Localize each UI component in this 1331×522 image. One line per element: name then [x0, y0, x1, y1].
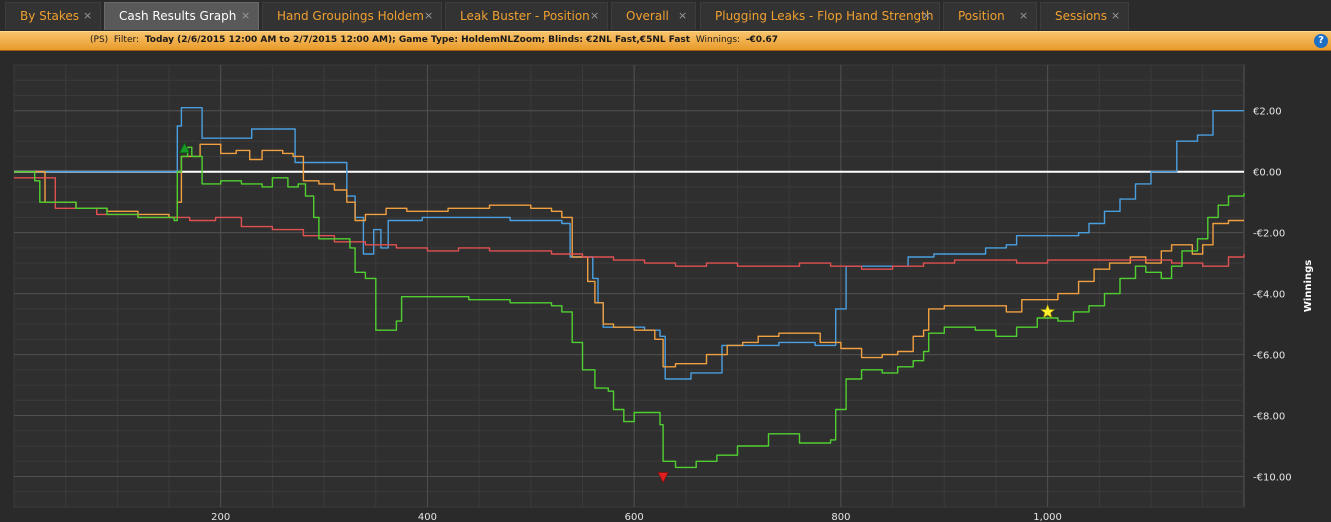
x-tick-label: 1,000	[1033, 512, 1062, 522]
y-tick-label: -€4.00	[1253, 290, 1285, 301]
close-icon[interactable]: ×	[922, 9, 931, 23]
tab-position[interactable]: Position ×	[943, 2, 1037, 30]
tab-hand-groupings-holdem[interactable]: Hand Groupings Holdem ×	[262, 2, 442, 30]
y-tick-label: €0.00	[1253, 168, 1282, 179]
site-label: (PS)	[90, 35, 109, 45]
y-tick-label: €2.00	[1253, 107, 1282, 118]
filter-bar: (PS) Filter: Today (2/6/2015 12:00 AM to…	[0, 31, 1331, 51]
tab-label: Overall	[626, 9, 669, 23]
winnings-value: -€0.67	[745, 35, 779, 45]
filter-summary: (PS) Filter: Today (2/6/2015 12:00 AM to…	[90, 35, 778, 45]
cash-results-chart: €2.00 €0.00 -€2.00 -€4.00 -€6.00 -€8.00 -€10.0…	[13, 64, 1314, 522]
close-icon[interactable]: ×	[241, 9, 250, 23]
tab-label: Cash Results Graph	[119, 9, 237, 23]
y-tick-label: -€6.00	[1253, 351, 1285, 362]
tab-label: By Stakes	[20, 9, 79, 23]
y-axis-label: Winnings	[1303, 260, 1314, 312]
x-tick-label: 200	[211, 512, 230, 522]
plot-area	[13, 64, 1245, 508]
tab-label: Plugging Leaks - Flop Hand Strength	[715, 9, 934, 23]
close-icon[interactable]: ×	[1019, 9, 1028, 23]
x-tick-label: 600	[625, 512, 644, 522]
tab-label: Sessions	[1055, 9, 1108, 23]
tab-by-stakes[interactable]: By Stakes ×	[5, 2, 101, 30]
y-tick-label: -€8.00	[1253, 412, 1285, 423]
tab-overall[interactable]: Overall ×	[611, 2, 696, 30]
tab-leak-buster-position[interactable]: Leak Buster - Position ×	[445, 2, 608, 30]
tab-bar: By Stakes × Cash Results Graph × Hand Groupi…	[0, 0, 1331, 32]
close-icon[interactable]: ×	[678, 9, 687, 23]
winnings-label: Winnings:	[695, 35, 741, 45]
tab-label: Hand Groupings Holdem	[277, 9, 424, 23]
filter-value: Today (2/6/2015 12:00 AM to 2/7/2015 12:…	[144, 35, 691, 45]
help-icon[interactable]: ?	[1314, 34, 1328, 48]
x-tick-label: 800	[831, 512, 850, 522]
x-tick-label: 400	[418, 512, 437, 522]
tab-label: Position	[958, 9, 1005, 23]
filter-label: Filter:	[113, 35, 140, 45]
close-icon[interactable]: ×	[590, 9, 599, 23]
tab-sessions[interactable]: Sessions ×	[1040, 2, 1129, 30]
y-tick-label: -€2.00	[1253, 229, 1285, 240]
close-icon[interactable]: ×	[424, 9, 433, 23]
y-tick-label: -€10.00	[1253, 473, 1292, 484]
close-icon[interactable]: ×	[83, 9, 92, 23]
tab-plugging-leaks-flop-hand-strength[interactable]: Plugging Leaks - Flop Hand Strength ×	[700, 2, 940, 30]
tab-label: Leak Buster - Position	[460, 9, 590, 23]
tab-cash-results-graph[interactable]: Cash Results Graph ×	[104, 2, 259, 30]
close-icon[interactable]: ×	[1111, 9, 1120, 23]
